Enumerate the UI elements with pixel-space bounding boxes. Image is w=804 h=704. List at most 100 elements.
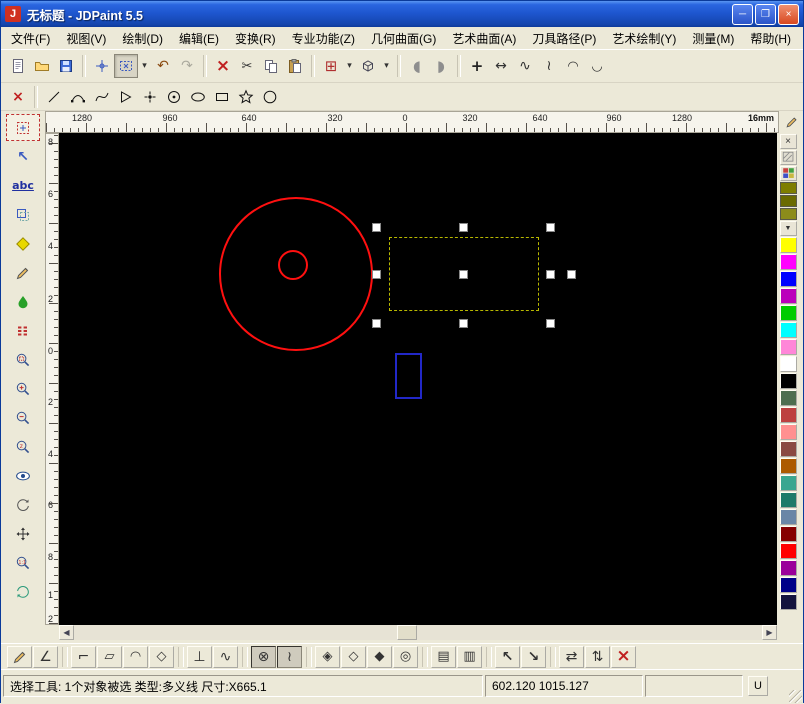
zoom-window-tool[interactable] — [6, 346, 40, 373]
color-well-2[interactable] — [779, 195, 797, 207]
line-tool-button[interactable] — [42, 85, 66, 109]
array-dropdown[interactable]: ▾ — [343, 54, 356, 78]
selection-handle[interactable] — [459, 270, 468, 279]
palette-color-15[interactable] — [779, 475, 797, 491]
view-3d-button[interactable] — [356, 54, 380, 78]
measure-width-button[interactable]: ↔ — [489, 54, 513, 78]
snap-center-button[interactable]: ◇ — [149, 645, 174, 668]
selection-handle[interactable] — [372, 270, 381, 279]
curve-refit-button[interactable]: ≀ — [537, 54, 561, 78]
pick-add-cursor-button[interactable]: ↖ — [495, 645, 520, 668]
pan-tool[interactable] — [6, 520, 40, 547]
palette-color-20[interactable] — [779, 560, 797, 576]
array-button[interactable]: ⊞ — [319, 54, 343, 78]
delete-button[interactable]: × — [211, 54, 235, 78]
restore-button[interactable]: ❐ — [755, 3, 776, 25]
snap-arc-button[interactable]: ◠ — [123, 645, 148, 668]
center-circle-tool-button[interactable] — [162, 85, 186, 109]
menu-transform[interactable]: 变换(R) — [227, 28, 284, 49]
selection-handle[interactable] — [459, 319, 468, 328]
rect-pick-dropdown[interactable]: ▾ — [138, 54, 151, 78]
zoom-actual-tool[interactable]: 1:1 — [6, 549, 40, 576]
selection-handle[interactable] — [546, 319, 555, 328]
scroll-thumb[interactable] — [397, 625, 418, 640]
snap-tangent-button[interactable]: ∿ — [213, 645, 238, 668]
spline-tool-button[interactable] — [90, 85, 114, 109]
selection-handle[interactable] — [546, 223, 555, 232]
palette-color-19[interactable] — [779, 543, 797, 559]
texture-palette-button[interactable] — [779, 166, 797, 181]
palette-color-6[interactable] — [779, 322, 797, 338]
palette-color-3[interactable] — [779, 271, 797, 287]
ruler-edit-pencil-icon[interactable] — [782, 112, 802, 132]
palette-color-1[interactable] — [779, 237, 797, 253]
zoom-extents-tool[interactable]: z — [6, 433, 40, 460]
undo-button[interactable]: ↶ — [151, 54, 175, 78]
menu-pro-functions[interactable]: 专业功能(Z) — [284, 28, 363, 49]
snap-nearest-button[interactable]: ⊗ — [251, 645, 276, 668]
brush-tool[interactable] — [6, 288, 40, 315]
snap-parallel-button[interactable]: ▱ — [97, 645, 122, 668]
close-button[interactable]: × — [778, 3, 799, 25]
status-u-button[interactable]: U — [748, 676, 768, 696]
menu-view[interactable]: 视图(V) — [58, 28, 114, 49]
save-button[interactable] — [54, 54, 78, 78]
align-plane-button[interactable]: ▤ — [431, 645, 456, 668]
redraw-tool[interactable] — [6, 578, 40, 605]
palette-close-button[interactable]: × — [779, 134, 797, 149]
menu-draw[interactable]: 绘制(D) — [114, 28, 171, 49]
menu-art-draw[interactable]: 艺术绘制(Y) — [604, 28, 684, 49]
text-tool[interactable]: abc — [6, 172, 40, 199]
select-tool[interactable] — [6, 114, 40, 141]
cut-button[interactable]: ✂ — [235, 54, 259, 78]
ellipse-tool-button[interactable] — [186, 85, 210, 109]
zoom-out-tool[interactable] — [6, 404, 40, 431]
menu-geometry-surface[interactable]: 几何曲面(G) — [363, 28, 444, 49]
material-tool[interactable] — [6, 317, 40, 344]
snap-node-button[interactable]: ≀ — [277, 645, 302, 668]
arc-down-button[interactable]: ◡ — [585, 54, 609, 78]
palette-color-21[interactable] — [779, 577, 797, 593]
palette-color-10[interactable] — [779, 390, 797, 406]
rotate-view-tool[interactable] — [6, 491, 40, 518]
minimize-button[interactable]: ─ — [732, 3, 753, 25]
render-smooth-button[interactable]: ◖ — [405, 54, 429, 78]
drawn-circle-inner[interactable] — [278, 250, 308, 280]
render-flat-button[interactable]: ◗ — [429, 54, 453, 78]
snap-vertical-swap-button[interactable]: ⇅ — [585, 645, 610, 668]
selection-handle[interactable] — [372, 319, 381, 328]
drawn-rectangle[interactable] — [395, 353, 422, 399]
palette-color-13[interactable] — [779, 441, 797, 457]
zoom-in-tool[interactable] — [6, 375, 40, 402]
palette-color-9[interactable] — [779, 373, 797, 389]
palette-color-11[interactable] — [779, 407, 797, 423]
palette-color-16[interactable] — [779, 492, 797, 508]
node-add-button[interactable]: + — [465, 54, 489, 78]
palette-color-12[interactable] — [779, 424, 797, 440]
redo-button[interactable]: ↷ — [175, 54, 199, 78]
node-edit-tool[interactable]: ↖ — [6, 143, 40, 170]
palette-color-17[interactable] — [779, 509, 797, 525]
point-snap-button[interactable] — [90, 54, 114, 78]
selection-handle[interactable] — [372, 223, 381, 232]
menu-art-surface[interactable]: 艺术曲面(A) — [444, 28, 524, 49]
snap-clear-button[interactable]: × — [611, 645, 636, 668]
menu-toolpath[interactable]: 刀具路径(P) — [524, 28, 604, 49]
curve-smooth-button[interactable]: ∿ — [513, 54, 537, 78]
menu-measure[interactable]: 测量(M) — [684, 28, 742, 49]
snap-perpendicular-button[interactable]: ⊥ — [187, 645, 212, 668]
drawing-canvas[interactable] — [59, 133, 777, 625]
pick-remove-cursor-button[interactable]: ↘ — [521, 645, 546, 668]
palette-color-4[interactable] — [779, 288, 797, 304]
palette-color-14[interactable] — [779, 458, 797, 474]
menu-edit[interactable]: 编辑(E) — [171, 28, 227, 49]
offset-tool[interactable] — [6, 201, 40, 228]
align-side-button[interactable]: ▥ — [457, 645, 482, 668]
polygon-tool-button[interactable] — [114, 85, 138, 109]
draw-assist-pencil[interactable] — [7, 645, 32, 668]
palette-color-8[interactable] — [779, 356, 797, 372]
circle-tool-button[interactable] — [258, 85, 282, 109]
palette-color-18[interactable] — [779, 526, 797, 542]
copy-button[interactable] — [259, 54, 283, 78]
scroll-track[interactable] — [74, 625, 762, 640]
